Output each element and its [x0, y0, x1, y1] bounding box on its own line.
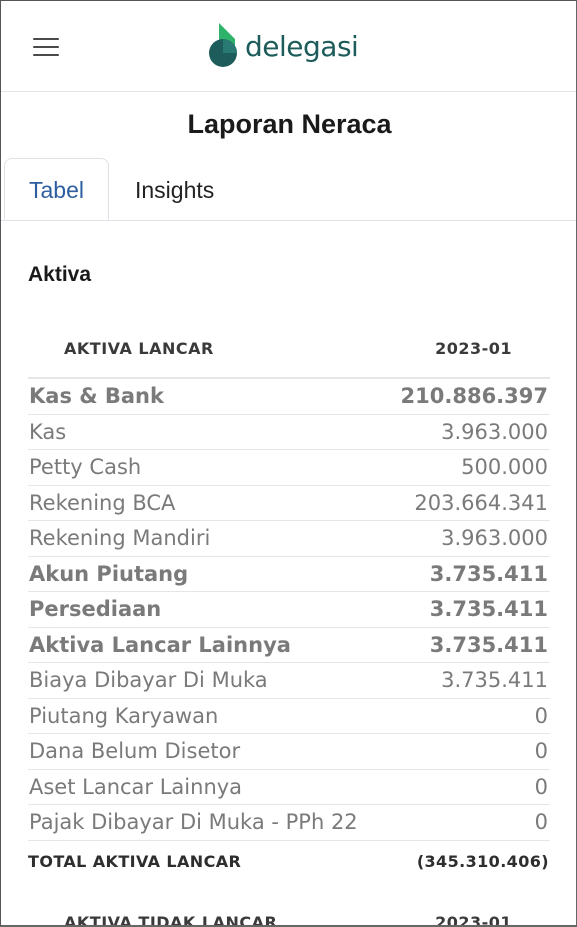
row-label: Petty Cash — [29, 455, 142, 479]
row-value: 3.735.411 — [429, 561, 548, 586]
table-row: Kas & Bank 210.886.397 — [28, 379, 550, 415]
row-value: 0 — [534, 703, 548, 728]
table-row: Kas 3.963.000 — [28, 415, 550, 450]
row-value: 0 — [534, 810, 548, 834]
hamburger-icon[interactable] — [33, 38, 59, 56]
brand-logo[interactable]: delegasi — [207, 23, 359, 69]
table-row: Rekening Mandiri 3.963.000 — [28, 521, 550, 557]
row-value: 500.000 — [461, 455, 548, 479]
column-header-period: 2023-01 — [435, 913, 512, 927]
row-value: 3.735.411 — [441, 668, 548, 692]
table-row: Aset Lancar Lainnya 0 — [28, 770, 550, 805]
app-frame: delegasi Laporan Neraca Tabel Insights A… — [0, 0, 577, 927]
table-header: AKTIVA LANCAR 2023-01 — [28, 331, 550, 379]
column-header-label: AKTIVA TIDAK LANCAR — [64, 913, 278, 927]
row-value: 3.735.411 — [429, 632, 548, 657]
navbar: delegasi — [1, 1, 576, 92]
column-header-label: AKTIVA LANCAR — [64, 339, 214, 358]
row-value: 0 — [534, 739, 548, 763]
non-current-assets-header: AKTIVA TIDAK LANCAR 2023-01 — [28, 913, 550, 927]
row-label: Kas & Bank — [29, 384, 164, 408]
table-row: Rekening BCA 203.664.341 — [28, 486, 550, 521]
page-title: Laporan Neraca — [187, 109, 392, 139]
total-value: (345.310.406) — [416, 851, 549, 871]
row-label: Aset Lancar Lainnya — [29, 774, 243, 799]
tab-insights[interactable]: Insights — [111, 158, 238, 220]
table-body: Kas & Bank 210.886.397 Kas 3.963.000 Petty C… — [28, 379, 550, 841]
row-label: Aktiva Lancar Lainnya — [29, 632, 291, 657]
row-value: 210.886.397 — [400, 384, 548, 408]
tab-bar: Tabel Insights — [1, 158, 576, 221]
row-value: 3.963.000 — [441, 526, 548, 550]
delegasi-logo-icon — [209, 23, 237, 67]
table-row: Pajak Dibayar Di Muka - PPh 22 0 — [28, 805, 550, 841]
row-label: Piutang Karyawan — [29, 703, 219, 728]
table-row: Persediaan 3.735.411 — [28, 592, 550, 628]
row-label: Biaya Dibayar Di Muka — [29, 668, 268, 692]
tab-tabel[interactable]: Tabel — [4, 158, 109, 220]
row-label: Persediaan — [29, 597, 162, 621]
section-title: Aktiva — [28, 263, 92, 286]
current-assets-table: AKTIVA LANCAR 2023-01 Kas & Bank 210.886.… — [28, 331, 550, 881]
total-row: TOTAL AKTIVA LANCAR (345.310.406) — [28, 841, 550, 881]
row-value: 0 — [534, 774, 548, 799]
table-row: Petty Cash 500.000 — [28, 450, 550, 486]
table-row: Biaya Dibayar Di Muka 3.735.411 — [28, 663, 550, 699]
row-label: Pajak Dibayar Di Muka - PPh 22 — [29, 810, 358, 834]
row-value: 3.963.000 — [441, 419, 548, 444]
row-label: Kas — [29, 419, 67, 444]
table-row: Akun Piutang 3.735.411 — [28, 557, 550, 592]
row-label: Rekening Mandiri — [29, 526, 211, 550]
row-label: Dana Belum Disetor — [29, 739, 241, 763]
total-label: TOTAL AKTIVA LANCAR — [28, 851, 242, 871]
row-label: Rekening BCA — [29, 490, 176, 515]
row-value: 3.735.411 — [429, 597, 548, 621]
row-label: Akun Piutang — [29, 561, 189, 586]
table-row: Piutang Karyawan 0 — [28, 699, 550, 734]
brand-name: delegasi — [245, 29, 359, 63]
row-value: 203.664.341 — [414, 490, 548, 515]
column-header-period: 2023-01 — [435, 339, 512, 358]
table-row: Aktiva Lancar Lainnya 3.735.411 — [28, 628, 550, 663]
table-row: Dana Belum Disetor 0 — [28, 734, 550, 770]
